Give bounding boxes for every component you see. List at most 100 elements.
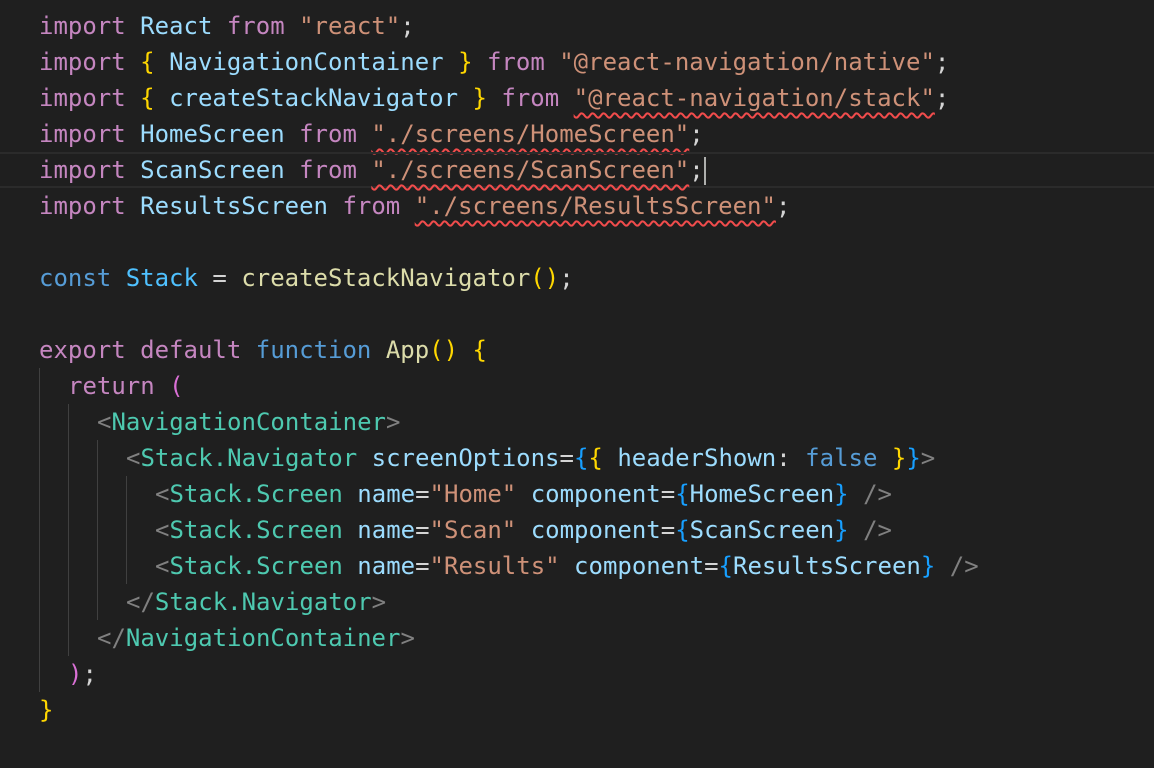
code-line[interactable]: const Stack = createStackNavigator(); [39, 260, 1154, 296]
code-token: "react" [299, 12, 401, 40]
code-token: component [530, 480, 661, 508]
code-token: ResultsScreen [140, 192, 328, 220]
code-line[interactable]: import React from "react"; [39, 8, 1154, 44]
code-token: = [197, 264, 242, 292]
code-token: > [371, 588, 387, 616]
code-token: Stack.Navigator [154, 588, 372, 616]
code-token: from [486, 48, 545, 76]
code-line[interactable]: </Stack.Navigator> [39, 584, 1154, 620]
code-token: React [140, 12, 213, 40]
code-token: = [559, 444, 574, 472]
code-token: false [805, 444, 878, 472]
code-line[interactable] [39, 296, 1154, 332]
code-token: from [226, 12, 285, 40]
code-token: HomeScreen [689, 480, 835, 508]
code-token: component [574, 552, 705, 580]
code-token: createStackNavigator [241, 264, 531, 292]
indent-guide [39, 476, 40, 512]
code-token: } [920, 552, 936, 580]
code-token: < [155, 480, 170, 508]
code-token: ; [775, 192, 791, 220]
code-token: = [415, 516, 430, 544]
code-token: ScanScreen [140, 156, 285, 184]
code-token: } [906, 444, 921, 472]
code-line[interactable]: <Stack.Screen name="Scan" component={Sca… [39, 512, 1154, 548]
code-token: screenOptions [371, 444, 560, 472]
code-token: { [140, 48, 155, 76]
code-token: ; [82, 660, 97, 688]
code-line[interactable]: <NavigationContainer> [39, 404, 1154, 440]
code-token: import [39, 48, 126, 76]
indent-guide [68, 512, 69, 548]
code-token: HomeScreen [140, 120, 285, 148]
code-token: Stack.Screen [169, 480, 343, 508]
code-line[interactable]: export default function App() { [39, 332, 1154, 368]
code-token: ; [689, 120, 704, 148]
code-token: = [415, 480, 430, 508]
code-token: { [140, 84, 155, 112]
code-line[interactable]: import ScanScreen from "./screens/ScanSc… [0, 152, 1154, 188]
code-token: > [920, 444, 936, 472]
code-token: { [573, 444, 589, 472]
code-token: export [39, 336, 126, 364]
code-token: from [342, 192, 401, 220]
code-token: component [530, 516, 661, 544]
text-cursor [703, 157, 706, 185]
code-token: return [68, 372, 155, 400]
code-token: import [39, 120, 126, 148]
code-token: ) [68, 660, 83, 688]
code-line[interactable]: import { NavigationContainer } from "@re… [39, 44, 1154, 80]
indent-guide [39, 548, 40, 584]
code-line[interactable] [39, 224, 1154, 260]
code-token: "Home" [429, 480, 517, 508]
code-token: { [675, 516, 690, 544]
code-line[interactable]: <Stack.Screen name="Results" component={… [39, 548, 1154, 584]
code-token: NavigationContainer [169, 48, 444, 76]
code-token: { [588, 444, 603, 472]
code-editor[interactable]: import React from "react"; import { Navig… [0, 0, 1154, 768]
indent-guide [39, 620, 40, 656]
code-line[interactable]: import { createStackNavigator } from "@r… [39, 80, 1154, 116]
indent-guide [97, 476, 98, 512]
code-line[interactable]: import ResultsScreen from "./screens/Res… [39, 188, 1154, 224]
code-line[interactable]: import HomeScreen from "./screens/HomeSc… [39, 116, 1154, 152]
indent-guide [68, 404, 69, 440]
code-token-error: "./screens/HomeScreen" [371, 120, 690, 148]
code-line[interactable]: </NavigationContainer> [39, 620, 1154, 656]
indent-guide [68, 620, 69, 656]
code-token: from [501, 84, 560, 112]
code-token: ; [559, 264, 574, 292]
code-token: < [126, 444, 141, 472]
code-token: ( [169, 372, 184, 400]
code-line[interactable]: <Stack.Screen name="Home" component={Hom… [39, 476, 1154, 512]
code-line[interactable]: return ( [39, 368, 1154, 404]
code-token: } [834, 516, 849, 544]
code-line[interactable]: } [39, 692, 1154, 728]
code-area[interactable]: import React from "react"; import { Navig… [0, 8, 1154, 728]
code-line[interactable]: ); [39, 656, 1154, 692]
code-token: /> [863, 516, 892, 544]
code-token: < [155, 516, 170, 544]
code-line[interactable]: <Stack.Navigator screenOptions={{ header… [39, 440, 1154, 476]
code-token: } [472, 84, 487, 112]
